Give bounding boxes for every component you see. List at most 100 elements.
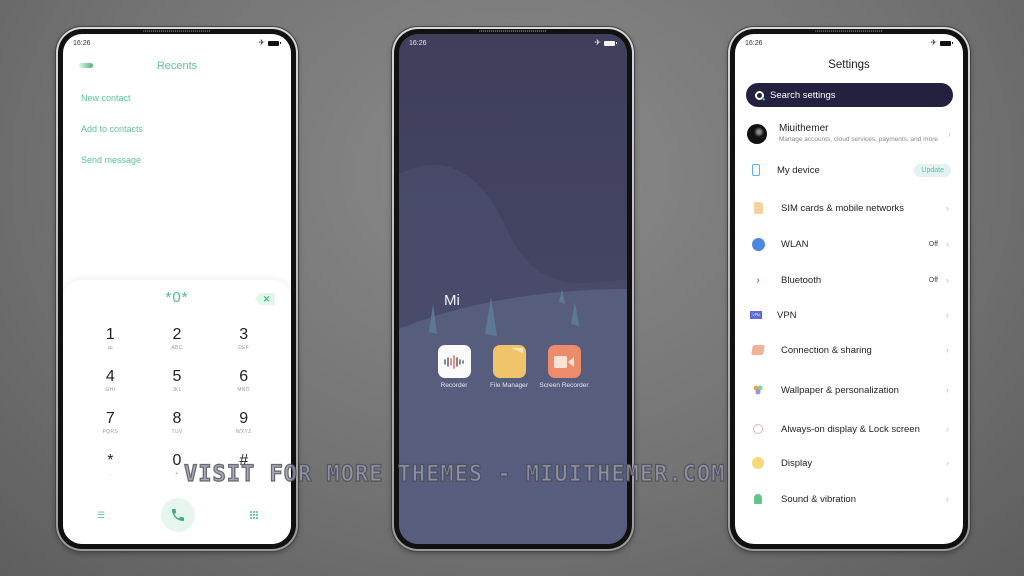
vpn-icon: VPN [749, 308, 763, 322]
lock-screen-icon [751, 422, 765, 436]
airplane-mode-icon: ✈ [258, 38, 265, 47]
chevron-right-icon: › [946, 310, 949, 320]
settings-item-sound[interactable]: Sound & vibration › [735, 487, 963, 511]
app-folder: Recorder File Manager Screen Recorder [437, 345, 589, 390]
key-3[interactable]: 3 DEF [210, 326, 277, 362]
dialed-number: *0* [165, 288, 189, 306]
key-5[interactable]: 5 JKL [144, 368, 211, 404]
search-placeholder: Search settings [770, 89, 836, 101]
account-name: Miuithemer [779, 123, 829, 134]
menu-item-add-to-contacts[interactable]: Add to contacts [81, 121, 273, 152]
chevron-right-icon: › [946, 275, 949, 285]
avatar [747, 123, 767, 144]
phone-settings: 16:26 ✈ Settings Search settings Miuithe… [728, 27, 970, 551]
key-9[interactable]: 9 WXYZ [210, 410, 277, 446]
menu-item-new-contact[interactable]: New contact [81, 90, 273, 121]
phone-bezel: 16:26 ✈ Recents New contact Add to conta… [58, 29, 296, 549]
wlan-icon [751, 237, 765, 251]
chevron-right-icon: › [946, 458, 949, 468]
folder-name[interactable]: Mi [444, 292, 460, 309]
settings-item-sim-cards[interactable]: SIM cards & mobile networks › [735, 196, 963, 220]
search-input[interactable]: Search settings [746, 83, 953, 107]
speaker-grille [815, 30, 883, 32]
settings-screen: 16:26 ✈ Settings Search settings Miuithe… [735, 34, 963, 544]
update-badge[interactable]: Update [914, 163, 951, 177]
account-subtitle: Manage accounts, cloud services, payment… [779, 136, 938, 143]
menu-list-icon[interactable]: ☰ [97, 510, 105, 521]
settings-item-vpn[interactable]: VPN VPN › [735, 303, 963, 327]
menu-item-send-message[interactable]: Send message [81, 152, 273, 183]
settings-item-always-on-display[interactable]: Always-on display & Lock screen › [735, 415, 963, 443]
settings-item-connection-sharing[interactable]: Connection & sharing › [735, 338, 963, 362]
phone-home: 16:26 ✈ Mi Recorder File Manager Screen … [392, 27, 634, 551]
phone-bezel: 16:26 ✈ Mi Recorder File Manager Screen … [394, 29, 632, 549]
account-row[interactable]: Miuithemer Manage accounts, cloud servic… [735, 123, 963, 144]
phone-dialer: 16:26 ✈ Recents New contact Add to conta… [56, 27, 298, 551]
battery-icon [940, 40, 953, 46]
battery-icon [268, 40, 281, 46]
app-file-manager[interactable]: File Manager [490, 345, 528, 390]
backspace-icon[interactable]: ✕ [255, 293, 275, 305]
file-manager-icon [492, 345, 526, 378]
chevron-right-icon: › [946, 385, 949, 395]
keypad: 1ꝏ 2 ABC 3 DEF 4 GHI 5 JKL 6 MNO 7 PQRS 8 TUV 9… [63, 314, 291, 488]
status-bar: 16:26 ✈ [735, 34, 963, 52]
settings-item-bluetooth[interactable]: › Bluetooth Off › [735, 268, 963, 292]
keypad-panel: *0* ✕ 1ꝏ 2 ABC 3 DEF 4 GHI 5 JKL 6 MNO 7 PQRS … [63, 280, 291, 544]
screen-recorder-icon [547, 345, 581, 378]
status-bar: 16:26 ✈ [63, 34, 291, 52]
toggle-icon[interactable] [79, 63, 93, 68]
key-1[interactable]: 1ꝏ [77, 326, 144, 362]
dial-display: *0* ✕ [63, 280, 291, 314]
recents-title[interactable]: Recents [157, 60, 197, 72]
chevron-right-icon: › [946, 345, 949, 355]
chevron-right-icon: › [946, 424, 949, 434]
key-2[interactable]: 2 ABC [144, 326, 211, 362]
key-6[interactable]: 6 MNO [210, 368, 277, 404]
dialer-header: Recents [63, 52, 291, 80]
key-4[interactable]: 4 GHI [77, 368, 144, 404]
search-icon [755, 90, 764, 100]
sim-card-icon [751, 201, 765, 215]
phone-device-icon [749, 163, 763, 177]
call-button[interactable] [160, 498, 195, 532]
status-time: 16:26 [73, 39, 91, 47]
key-star[interactable]: *, [77, 452, 144, 488]
wallpaper-personalization-icon [751, 383, 765, 397]
bell-icon [751, 492, 765, 506]
settings-item-display[interactable]: Display › [735, 451, 963, 475]
recorder-icon [437, 345, 471, 378]
chevron-right-icon: › [946, 494, 949, 504]
key-hash[interactable]: # [210, 452, 277, 488]
speaker-grille [143, 30, 211, 32]
connection-sharing-icon [751, 343, 765, 357]
dialpad-icon[interactable] [249, 511, 258, 519]
key-7[interactable]: 7 PQRS [77, 410, 144, 446]
app-screen-recorder[interactable]: Screen Recorder [539, 345, 589, 390]
status-time: 16:26 [745, 39, 763, 47]
settings-item-wlan[interactable]: WLAN Off › [735, 232, 963, 256]
speaker-grille [479, 30, 547, 32]
phone-icon [171, 509, 184, 521]
key-0[interactable]: 0 + [144, 452, 211, 488]
airplane-mode-icon: ✈ [930, 38, 937, 47]
wlan-status: Off [928, 240, 938, 248]
settings-item-my-device[interactable]: My device Update [735, 158, 963, 182]
dial-actions: ☰ [63, 498, 291, 532]
key-8[interactable]: 8 TUV [144, 410, 211, 446]
settings-item-wallpaper[interactable]: Wallpaper & personalization › [735, 378, 963, 402]
dialer-screen: 16:26 ✈ Recents New contact Add to conta… [63, 34, 291, 544]
bluetooth-status: Off [928, 276, 938, 284]
chevron-right-icon: › [948, 128, 951, 139]
chevron-right-icon: › [946, 239, 949, 249]
phone-bezel: 16:26 ✈ Settings Search settings Miuithe… [730, 29, 968, 549]
chevron-right-icon: › [946, 203, 949, 213]
bluetooth-icon: › [756, 274, 760, 286]
wallpaper [399, 164, 627, 544]
battery-icon [604, 40, 617, 46]
home-screen: 16:26 ✈ Mi Recorder File Manager Screen … [399, 34, 627, 544]
dialer-menu: New contact Add to contacts Send message [63, 80, 291, 183]
app-recorder[interactable]: Recorder [437, 345, 471, 390]
display-icon [751, 456, 765, 470]
page-title: Settings [828, 59, 870, 71]
